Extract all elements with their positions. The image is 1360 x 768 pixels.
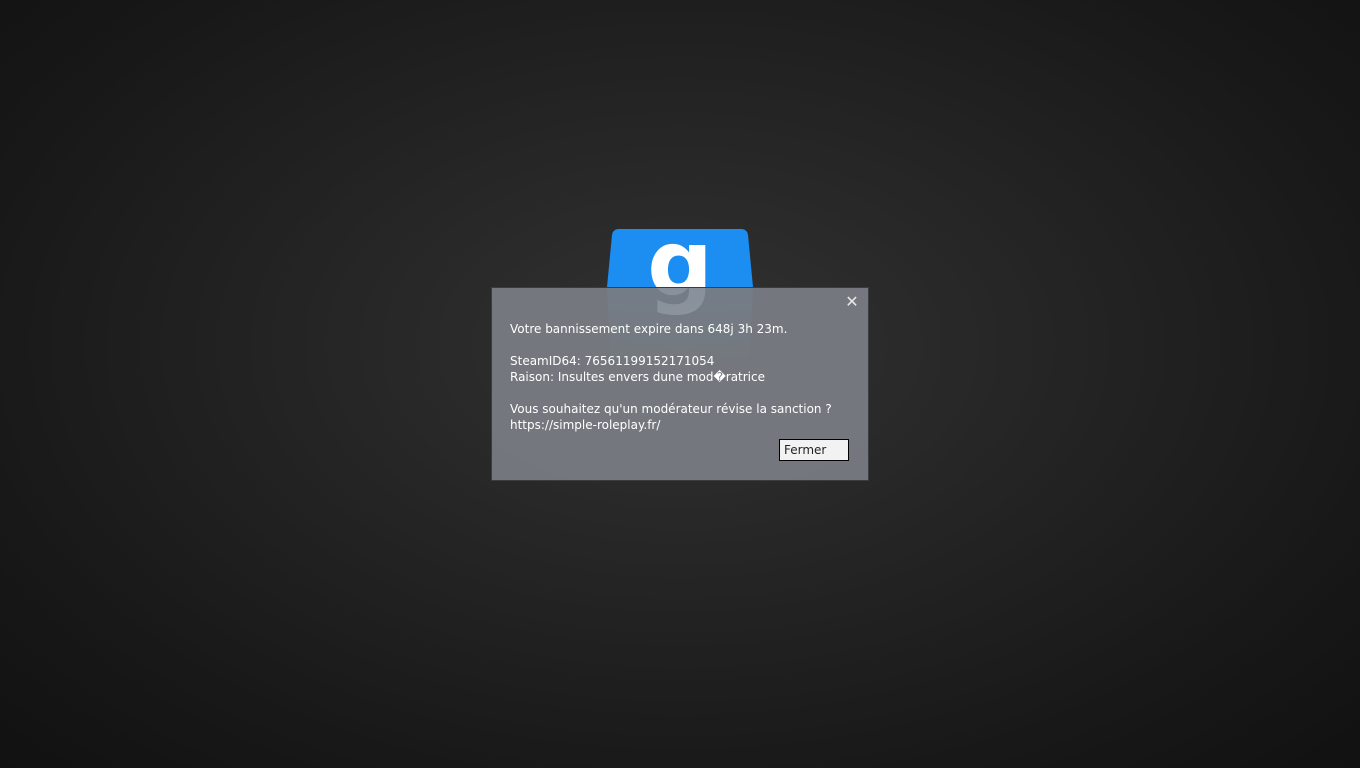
- ban-message: Votre bannissement expire dans 648j 3h 2…: [510, 321, 850, 433]
- ban-dialog: ✕ Votre bannissement expire dans 648j 3h…: [491, 287, 869, 481]
- steamid-text: SteamID64: 76561199152171054: [510, 354, 715, 368]
- fermer-button[interactable]: Fermer: [779, 439, 849, 461]
- ban-reason-text: Raison: Insultes envers dune mod�ratrice: [510, 370, 765, 384]
- ban-expiry-text: Votre bannissement expire dans 648j 3h 2…: [510, 322, 788, 336]
- close-icon[interactable]: ✕: [844, 294, 860, 310]
- appeal-url-text: https://simple-roleplay.fr/: [510, 418, 661, 432]
- appeal-question-text: Vous souhaitez qu'un modérateur révise l…: [510, 402, 832, 416]
